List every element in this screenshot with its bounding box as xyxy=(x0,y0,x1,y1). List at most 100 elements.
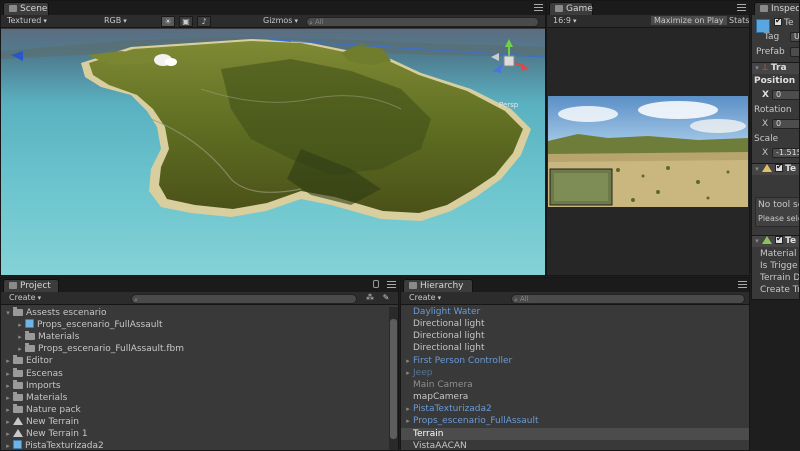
collapsed-arrow-icon[interactable]: ▸ xyxy=(15,319,25,331)
collapsed-arrow-icon[interactable]: ▸ xyxy=(403,367,413,379)
hierarchy-item[interactable]: Terrain xyxy=(401,427,749,440)
hierarchy-item[interactable]: ▸ Props_escenario_FullAssault xyxy=(401,415,749,427)
prefab-row: Prefab xyxy=(756,47,785,57)
project-scroll-thumb[interactable] xyxy=(390,319,397,439)
scene-menu-icon[interactable] xyxy=(534,4,543,11)
aspect-dropdown[interactable]: 16:9 xyxy=(553,15,623,27)
project-item[interactable]: ▸ Props_escenario_FullAssault xyxy=(1,319,389,331)
active-checkbox[interactable] xyxy=(774,16,782,26)
persp-label: Persp xyxy=(499,101,519,109)
collapsed-arrow-icon[interactable]: ▸ xyxy=(403,403,413,415)
terrain-island xyxy=(1,37,545,221)
inspector-tabbar: Inspector xyxy=(752,1,799,15)
image-effects-icon[interactable]: ▣ xyxy=(179,16,193,27)
hierarchy-tabbar: Hierarchy xyxy=(401,278,749,292)
maximize-on-play-button[interactable]: Maximize on Play xyxy=(651,16,727,25)
hierarchy-item[interactable]: VistaAACAN xyxy=(401,440,749,450)
transform-axis-icon: ⟂ xyxy=(762,63,769,73)
hierarchy-item[interactable]: ▸ First Person Controller xyxy=(401,355,749,367)
project-create-dropdown[interactable]: Create xyxy=(9,292,49,304)
collider-enabled-checkbox[interactable] xyxy=(775,234,783,244)
color-mode-dropdown[interactable]: RGB xyxy=(104,15,156,27)
collapsed-arrow-icon[interactable]: ▸ xyxy=(3,392,13,404)
tag-dropdown[interactable]: U xyxy=(790,32,799,42)
collapsed-arrow-icon[interactable]: ▸ xyxy=(3,404,13,416)
project-item[interactable]: ▸ Nature pack xyxy=(1,403,389,416)
project-item[interactable]: ▸ Props_escenario_FullAssault.fbm xyxy=(1,343,389,355)
hierarchy-item[interactable]: Directional light xyxy=(401,330,749,342)
transform-header[interactable]: ▾ ⟂ Tra xyxy=(752,62,799,74)
terrain-collider-header[interactable]: ▾Te xyxy=(752,234,799,247)
project-item-label: New Terrain 1 xyxy=(26,429,88,439)
collapsed-arrow-icon[interactable]: ▸ xyxy=(15,343,25,355)
hierarchy-item[interactable]: mapCamera xyxy=(401,391,749,403)
tab-project[interactable]: Project xyxy=(3,279,59,292)
hierarchy-item-label: Jeep xyxy=(413,367,433,378)
transform-fold-icon: ▾ xyxy=(755,64,759,72)
hierarchy-item[interactable]: ▸ Jeep xyxy=(401,367,749,379)
collapsed-arrow-icon[interactable]: ▸ xyxy=(3,428,13,440)
audio-toggle-icon[interactable]: ♪ xyxy=(197,16,211,27)
hierarchy-search-input[interactable]: ⌕ All xyxy=(511,294,745,304)
terrain-data-label: Terrain D xyxy=(760,273,800,283)
hierarchy-item[interactable]: ▸ PistaTexturizada2 xyxy=(401,403,749,415)
tab-game[interactable]: Game xyxy=(549,2,593,15)
project-item[interactable]: ▸ New Terrain 1 xyxy=(1,428,389,440)
tab-inspector[interactable]: Inspector xyxy=(754,2,799,15)
game-menu-icon[interactable] xyxy=(737,4,746,11)
folder-icon xyxy=(13,307,23,316)
collapsed-arrow-icon[interactable]: ▸ xyxy=(403,355,413,367)
collapsed-arrow-icon[interactable]: ▸ xyxy=(3,355,13,367)
terrain-component-header[interactable]: ▾Te xyxy=(752,162,799,175)
filter-by-label-icon[interactable]: ✎ xyxy=(379,293,393,304)
project-item-label: Props_escenario_FullAssault xyxy=(37,320,163,331)
collapsed-arrow-icon[interactable]: ▸ xyxy=(3,368,13,380)
scene-search-input[interactable]: ⌕ All xyxy=(306,17,539,27)
game-viewport[interactable] xyxy=(548,96,748,207)
gizmos-dropdown[interactable]: Gizmos xyxy=(263,15,301,27)
stats-button[interactable]: Stats xyxy=(729,16,749,25)
project-menu-icon[interactable] xyxy=(387,281,396,288)
project-lock-icon[interactable] xyxy=(373,280,379,288)
project-item[interactable]: ▸ PistaTexturizada2 xyxy=(1,440,389,450)
project-item[interactable]: ▸ New Terrain xyxy=(1,416,389,428)
collapsed-arrow-icon[interactable]: ▸ xyxy=(403,415,413,427)
expanded-arrow-icon[interactable]: ▾ xyxy=(3,307,13,319)
terrain-enabled-checkbox[interactable] xyxy=(775,162,783,172)
project-scrollbar[interactable] xyxy=(389,307,398,450)
prefab-field[interactable] xyxy=(790,47,799,57)
collapsed-arrow-icon[interactable]: ▸ xyxy=(3,380,13,392)
orientation-gizmo[interactable] xyxy=(489,37,533,85)
project-search-input[interactable]: ⌕ xyxy=(131,294,357,304)
hierarchy-item[interactable]: Daylight Water xyxy=(401,306,749,318)
project-item[interactable]: ▸ Escenas xyxy=(1,367,389,380)
scene-viewport[interactable]: Persp xyxy=(1,29,545,275)
hierarchy-item[interactable]: Main Camera xyxy=(401,379,749,391)
project-item[interactable]: ▸ Materials xyxy=(1,331,389,343)
position-x-field[interactable]: 0 xyxy=(772,90,799,100)
hierarchy-item[interactable]: Directional light xyxy=(401,342,749,354)
rotation-x-field[interactable]: 0 xyxy=(772,119,799,129)
project-item[interactable]: ▸ Editor xyxy=(1,355,389,367)
collapsed-arrow-icon[interactable]: ▸ xyxy=(3,416,13,428)
tab-hierarchy[interactable]: Hierarchy xyxy=(403,279,473,292)
collapsed-arrow-icon[interactable]: ▸ xyxy=(3,440,13,450)
tab-scene[interactable]: Scene xyxy=(3,2,49,15)
rotation-label: Rotation xyxy=(754,105,792,115)
collapsed-arrow-icon[interactable]: ▸ xyxy=(15,331,25,343)
hierarchy-menu-icon[interactable] xyxy=(738,281,747,288)
scale-x-field[interactable]: -1.515 xyxy=(772,148,799,158)
project-item[interactable]: ▾ Assests escenario xyxy=(1,307,389,319)
hierarchy-create-dropdown[interactable]: Create xyxy=(409,292,449,304)
hierarchy-item[interactable]: Directional light xyxy=(401,318,749,330)
filter-by-type-icon[interactable]: ⁂ xyxy=(363,293,377,304)
project-tabbar: Project xyxy=(1,278,398,292)
prefab-icon xyxy=(13,440,22,450)
project-item[interactable]: ▸ Materials xyxy=(1,391,389,404)
terrain-fold-icon: ▾ xyxy=(755,165,759,173)
tree-icon xyxy=(13,429,23,437)
project-item[interactable]: ▸ Imports xyxy=(1,379,389,392)
render-mode-dropdown[interactable]: Textured xyxy=(7,15,97,27)
lighting-toggle-icon[interactable]: ☀ xyxy=(161,16,175,27)
no-tool-text: No tool se xyxy=(758,200,800,210)
